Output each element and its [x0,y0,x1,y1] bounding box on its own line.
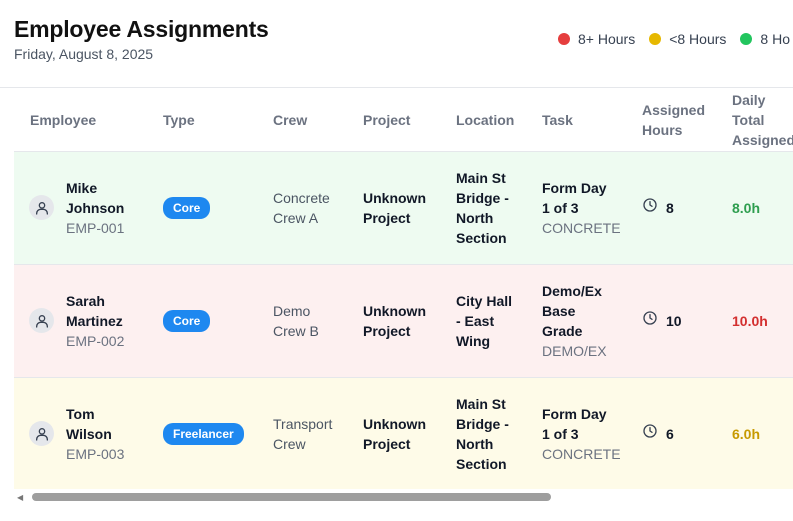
project-name: Unknown Project [363,189,426,226]
employee-cell: Tom Wilson EMP-003 [14,377,163,489]
employee-cell: Sarah Martinez EMP-002 [14,264,163,377]
col-assigned-hours[interactable]: Assigned Hours [642,89,732,151]
task-category: CONCRETE [542,219,621,236]
project-cell: Unknown Project [363,377,456,489]
scroll-left-arrow-icon[interactable]: ◀ [17,493,23,502]
col-daily-total[interactable]: Daily Total Assigned [732,89,793,151]
legend-item-over: 8+ Hours [558,31,635,47]
project-name: Unknown Project [363,302,426,339]
assigned-hours-value: 6 [666,425,674,442]
col-crew[interactable]: Crew [273,89,363,151]
employee-id: EMP-001 [66,219,125,236]
clock-icon [642,197,666,218]
employee-id: EMP-002 [66,332,125,349]
daily-total-value: 10.0h [732,312,768,329]
assigned-hours-value: 8 [666,199,674,216]
assigned-hours-value: 10 [666,312,682,329]
page-title: Employee Assignments [14,16,269,42]
col-task[interactable]: Task [542,89,642,151]
crew-name: Demo Crew B [273,302,319,339]
table-header-row: Employee Type Crew Project Location Task… [14,89,793,151]
type-cell: Freelancer [163,377,273,489]
assigned-hours-cell: 10 [642,264,732,377]
assigned-hours-cell: 8 [642,151,732,264]
legend-label: 8+ Hours [578,31,636,47]
type-cell: Core [163,264,273,377]
red-dot-icon [558,33,570,45]
col-project[interactable]: Project [363,89,456,151]
location-name: Main St Bridge - North Section [456,395,509,472]
hours-legend: 8+ Hours <8 Hours 8 Ho [558,31,793,47]
location-cell: Main St Bridge - North Section [456,377,542,489]
type-badge: Core [163,196,211,219]
table-row[interactable]: Mike Johnson EMP-001 Core Concrete Crew A Un… [14,151,793,264]
location-cell: Main St Bridge - North Section [456,151,542,264]
col-type[interactable]: Type [163,89,273,151]
crew-name: Concrete Crew A [273,189,330,226]
yellow-dot-icon [649,33,662,45]
task-cell: Form Day 1 of 3 CONCRETE [542,377,642,489]
type-badge: Core [163,309,211,332]
location-name: Main St Bridge - North Section [456,169,509,246]
clock-icon [642,310,666,331]
page-header: Employee Assignments Friday, August 8, 2… [0,0,793,88]
legend-label: 8 Ho [760,31,790,47]
clock-icon [642,423,666,444]
page-date: Friday, August 8, 2025 [14,46,154,62]
task-cell: Demo/Ex Base Grade DEMO/EX [542,264,642,377]
employee-id: EMP-003 [66,445,125,462]
employee-name: Mike Johnson [66,179,125,216]
legend-item-exact: 8 Ho [740,31,790,47]
legend-label: <8 Hours [669,31,727,47]
assignments-table-container[interactable]: Employee Type Crew Project Location Task… [14,89,793,489]
col-location[interactable]: Location [456,89,542,151]
daily-total-cell: 8.0h [732,151,793,264]
table-row[interactable]: Tom Wilson EMP-003 Freelancer Transport Cre… [14,377,793,489]
crew-cell: Demo Crew B [273,264,363,377]
user-icon [29,195,54,220]
task-cell: Form Day 1 of 3 CONCRETE [542,151,642,264]
user-icon [29,308,54,333]
project-cell: Unknown Project [363,151,456,264]
type-badge: Freelancer [163,422,244,445]
task-name: Form Day 1 of 3 [542,405,607,442]
scrollbar-thumb[interactable] [32,493,551,501]
location-cell: City Hall - East Wing [456,264,542,377]
user-icon [29,421,54,447]
assignments-table: Employee Type Crew Project Location Task… [14,89,793,489]
daily-total-value: 6.0h [732,425,761,442]
project-name: Unknown Project [363,415,426,452]
legend-item-under: <8 Hours [649,31,726,47]
daily-total-cell: 10.0h [732,264,793,377]
crew-name: Transport Crew [273,415,333,452]
project-cell: Unknown Project [363,264,456,377]
employee-name: Tom Wilson [66,405,112,442]
task-name: Form Day 1 of 3 [542,179,607,216]
task-name: Demo/Ex Base Grade [542,282,602,339]
daily-total-cell: 6.0h [732,377,793,489]
task-category: CONCRETE [542,445,621,462]
employee-name: Sarah Martinez [66,292,123,329]
location-name: City Hall - East Wing [456,292,513,349]
task-category: DEMO/EX [542,342,607,359]
assigned-hours-cell: 6 [642,377,732,489]
daily-total-value: 8.0h [732,199,761,216]
employee-cell: Mike Johnson EMP-001 [14,151,163,264]
horizontal-scrollbar[interactable]: ◀ [14,490,793,504]
crew-cell: Transport Crew [273,377,363,489]
col-employee[interactable]: Employee [14,89,163,151]
type-cell: Core [163,151,273,264]
green-dot-icon [740,33,753,45]
crew-cell: Concrete Crew A [273,151,363,264]
table-row[interactable]: Sarah Martinez EMP-002 Core Demo Crew B Unkn… [14,264,793,377]
